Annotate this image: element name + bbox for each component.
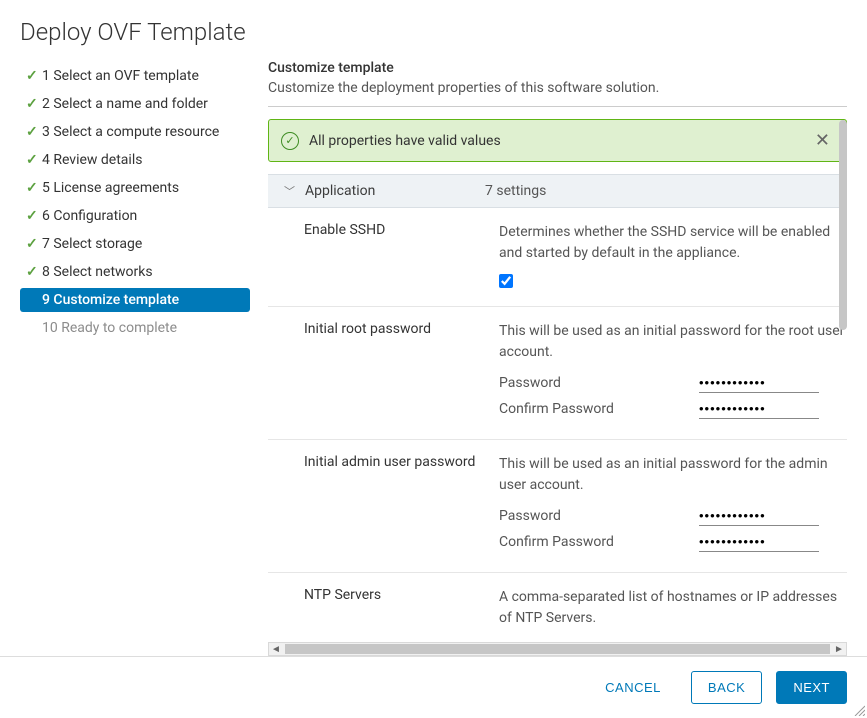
content-heading: Customize template [268,60,847,76]
wizard-step-2[interactable]: ✓2 Select a name and folder [20,92,250,116]
password-label: Password [499,375,699,391]
content-subheading: Customize the deployment properties of t… [268,80,847,96]
step-label: 8 Select networks [42,264,153,280]
prop-desc: This will be used as an initial password… [499,454,847,496]
prop-label: Initial admin user password [304,454,499,558]
step-label: 1 Select an OVF template [42,68,199,84]
prop-desc: This will be used as an initial password… [499,321,847,363]
step-label: 2 Select a name and folder [42,96,208,112]
check-icon: ✓ [26,124,42,140]
divider [268,106,847,107]
root-password-input[interactable] [699,373,819,393]
wizard-step-4[interactable]: ✓4 Review details [20,148,250,172]
confirm-password-label: Confirm Password [499,401,699,417]
check-icon: ✓ [26,152,42,168]
vertical-scrollbar[interactable] [839,120,847,330]
prop-label: Enable SSHD [304,222,499,292]
wizard-step-10: 10 Ready to complete [20,316,250,340]
wizard-step-6[interactable]: ✓6 Configuration [20,204,250,228]
section-name: Application [305,183,485,199]
admin-password-input[interactable] [699,506,819,526]
back-button[interactable]: BACK [691,671,762,704]
property-enable-sshd: Enable SSHD Determines whether the SSHD … [268,208,847,307]
prop-label: NTP Servers [304,587,499,639]
dialog-footer: CANCEL BACK NEXT [0,656,867,718]
admin-confirm-password-input[interactable] [699,532,819,552]
alert-text: All properties have valid values [309,133,811,149]
check-icon: ✓ [26,96,42,112]
check-icon: ✓ [26,180,42,196]
section-count: 7 settings [485,183,546,199]
scroll-left-icon[interactable]: ◄ [269,644,283,655]
resize-handle-icon[interactable] [853,704,865,716]
step-label: 6 Configuration [42,208,137,224]
horizontal-scrollbar[interactable]: ◄ ► [268,642,847,656]
step-label: 7 Select storage [42,236,142,252]
wizard-steps: ✓1 Select an OVF template✓2 Select a nam… [20,60,250,656]
wizard-step-3[interactable]: ✓3 Select a compute resource [20,120,250,144]
wizard-step-1[interactable]: ✓1 Select an OVF template [20,64,250,88]
close-icon[interactable]: ✕ [811,130,834,151]
check-icon: ✓ [26,68,42,84]
property-admin-password: Initial admin user password This will be… [268,440,847,573]
chevron-down-icon: ﹀ [284,183,295,199]
prop-desc: A comma-separated list of hostnames or I… [499,587,847,629]
scroll-right-icon[interactable]: ► [832,644,846,655]
step-label: 5 License agreements [42,180,179,196]
wizard-step-8[interactable]: ✓8 Select networks [20,260,250,284]
success-icon: ✓ [281,132,299,150]
step-label: 4 Review details [42,152,142,168]
wizard-step-9[interactable]: 9 Customize template [20,288,250,312]
wizard-step-5[interactable]: ✓5 License agreements [20,176,250,200]
wizard-step-7[interactable]: ✓7 Select storage [20,232,250,256]
dialog-title: Deploy OVF Template [0,0,867,60]
cancel-button[interactable]: CANCEL [589,671,677,704]
check-icon: ✓ [26,208,42,224]
property-ntp-servers: NTP Servers A comma-separated list of ho… [268,573,847,653]
section-header-application[interactable]: ﹀ Application 7 settings [268,174,847,208]
deploy-ovf-dialog: Deploy OVF Template ✓1 Select an OVF tem… [0,0,867,718]
check-icon: ✓ [26,264,42,280]
prop-desc: Determines whether the SSHD service will… [499,222,847,264]
step-label: 3 Select a compute resource [42,124,219,140]
password-label: Password [499,508,699,524]
sshd-checkbox[interactable] [499,274,513,288]
property-root-password: Initial root password This will be used … [268,307,847,440]
step-label: 10 Ready to complete [42,320,177,336]
next-button[interactable]: NEXT [776,671,847,704]
scrollbar-thumb[interactable] [285,644,830,654]
step-label: 9 Customize template [42,292,179,308]
prop-label: Initial root password [304,321,499,425]
root-confirm-password-input[interactable] [699,399,819,419]
check-icon: ✓ [26,236,42,252]
confirm-password-label: Confirm Password [499,534,699,550]
validation-alert: ✓ All properties have valid values ✕ [268,119,847,162]
